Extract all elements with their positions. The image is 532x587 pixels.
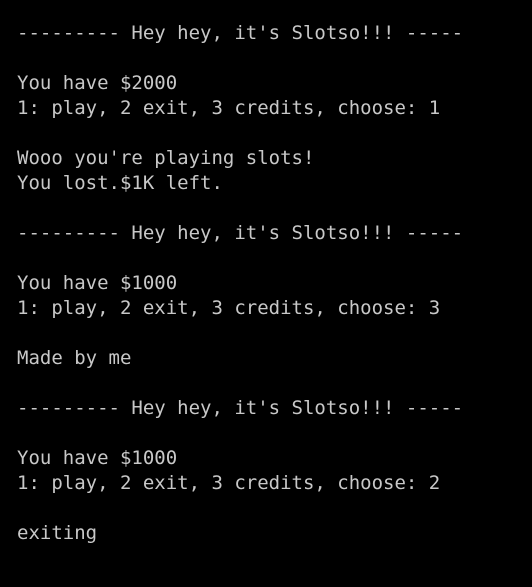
balance-line: You have $2000: [17, 72, 178, 94]
menu-prompt-line: 1: play, 2 exit, 3 credits, choose: 3: [17, 297, 441, 319]
banner-line: --------- Hey hey, it's Slotso!!! -----: [17, 222, 464, 244]
menu-prompt-line: 1: play, 2 exit, 3 credits, choose: 2: [17, 472, 441, 494]
result-line: You lost.$1K left.: [17, 172, 223, 194]
play-message-line: Wooo you're playing slots!: [17, 147, 315, 169]
credits-line: Made by me: [17, 347, 132, 369]
console-window[interactable]: --------- Hey hey, it's Slotso!!! ----- …: [0, 0, 532, 587]
balance-line: You have $1000: [17, 272, 178, 294]
menu-prompt-line: 1: play, 2 exit, 3 credits, choose: 1: [17, 97, 441, 119]
banner-line: --------- Hey hey, it's Slotso!!! -----: [17, 397, 464, 419]
exit-message-line: exiting: [17, 522, 98, 544]
balance-line: You have $1000: [17, 447, 178, 469]
banner-line: --------- Hey hey, it's Slotso!!! -----: [17, 22, 464, 44]
